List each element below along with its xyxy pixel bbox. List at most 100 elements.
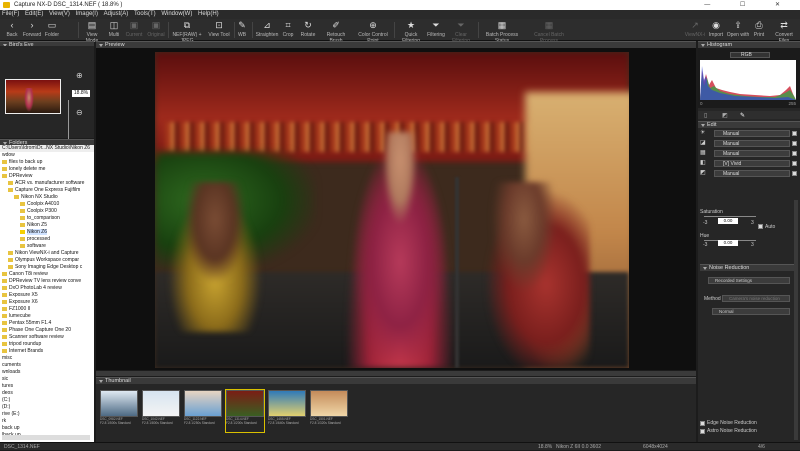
saturation-slider[interactable]	[704, 216, 756, 217]
histogram-channel-select[interactable]: RGB	[730, 52, 770, 58]
tab-metadata-icon[interactable]: ◩	[722, 112, 728, 119]
folder-item[interactable]: Capture One Express Fujifilm	[0, 187, 94, 194]
tab-adjust-icon[interactable]: ▯	[704, 112, 707, 119]
folder-item[interactable]: Coolpix P300	[0, 208, 94, 215]
edit-row-select[interactable]: Manual	[714, 150, 790, 157]
folder-item[interactable]: cuments	[0, 362, 94, 369]
noise-reduction-header[interactable]: Noise Reduction	[700, 264, 796, 271]
menu-help[interactable]: Help(H)	[198, 10, 219, 19]
import-button[interactable]: ◉ Import	[708, 20, 724, 38]
zoom-in-icon[interactable]: ⊕	[76, 71, 83, 80]
view-tool-button[interactable]: ⊡ View Tool	[206, 20, 232, 38]
straighten-button[interactable]: ⊿ Straighten	[255, 20, 279, 38]
thumbnail-item[interactable]: DSC_1122.NEF F2.8 1/250s Standard	[184, 390, 222, 432]
menu-view[interactable]: View(V)	[49, 10, 70, 19]
folder-item[interactable]: FZ1000 II	[0, 306, 94, 313]
folders-hscrollbar[interactable]	[2, 435, 90, 440]
folder-item[interactable]: lonely delete me	[0, 166, 94, 173]
edit-row-select[interactable]: Manual	[714, 130, 790, 137]
recorded-settings-select[interactable]: Recorded Settings	[708, 277, 790, 284]
astro-nr-checkbox[interactable]	[700, 429, 705, 434]
folder-item[interactable]: lumecube	[0, 313, 94, 320]
folder-item[interactable]: processed	[0, 236, 94, 243]
edit-row-select[interactable]: Manual	[714, 170, 790, 177]
tab-tools-icon[interactable]: ✎	[740, 112, 745, 119]
window-controls[interactable]: — ☐ ✕	[704, 0, 794, 10]
viewnx-button[interactable]: ↗ ViewNX-i	[684, 20, 706, 38]
folder-item[interactable]: Phase One Capture One 20	[0, 327, 94, 334]
crop-button[interactable]: ⌗ Crop	[281, 20, 295, 38]
thumbnail-item[interactable]: DSC_1042.NEF F2.8 1/800s Standard	[142, 390, 180, 432]
folder-item[interactable]: rive (E:)	[0, 411, 94, 418]
histogram-header[interactable]: Histogram	[698, 41, 800, 48]
auto-checkbox[interactable]	[758, 224, 763, 229]
folder-item[interactable]: Canon T8i review	[0, 271, 94, 278]
folder-item[interactable]: software	[0, 243, 94, 250]
folder-item[interactable]: rk	[0, 418, 94, 425]
preview-image[interactable]	[155, 52, 629, 368]
zoom-value[interactable]: 18.8%	[72, 90, 90, 97]
folder-item[interactable]: Scanner software review	[0, 334, 94, 341]
print-button[interactable]: ⎙ Print	[752, 20, 766, 38]
edit-row-select[interactable]: Manual	[714, 140, 790, 147]
folder-item[interactable]: sic	[0, 376, 94, 383]
open-with-button[interactable]: ⇪ Open with	[726, 20, 750, 38]
thumbnail-item[interactable]: DSC_0982.NEF F2.8 1/500s Standard	[100, 390, 138, 432]
folder-item[interactable]: Internet Brands	[0, 348, 94, 355]
current-button[interactable]: ▣ Current	[124, 20, 144, 38]
original-button[interactable]: ▣ Original	[146, 20, 166, 38]
folder-item[interactable]: files to back up	[0, 159, 94, 166]
folder-item[interactable]: to_comparison	[0, 215, 94, 222]
preview-header[interactable]: Preview	[96, 41, 696, 48]
folder-item[interactable]: Coolpix A4010	[0, 201, 94, 208]
menu-file[interactable]: File(F)	[2, 10, 19, 19]
zoom-out-icon[interactable]: ⊖	[76, 108, 83, 117]
edit-row-checkbox[interactable]	[792, 161, 797, 166]
edit-row-select[interactable]: [V] Vivid	[714, 160, 790, 167]
folder-item[interactable]: Olympus Workspace compar	[0, 257, 94, 264]
back-button[interactable]: ‹ Back	[4, 20, 20, 38]
edit-row-checkbox[interactable]	[792, 151, 797, 156]
folder-item[interactable]: Exposure X5	[0, 292, 94, 299]
folder-item[interactable]: DPReview	[0, 173, 94, 180]
folder-item[interactable]: wnloads	[0, 369, 94, 376]
folder-item[interactable]: ACR vs. manufacturer software	[0, 180, 94, 187]
thumbnail-item[interactable]: DSC_1314.NEF F2.8 1/200s Standard	[225, 389, 265, 433]
menu-window[interactable]: Window(W)	[161, 10, 192, 19]
folder-item[interactable]: deos	[0, 390, 94, 397]
thumbnail-item[interactable]: DSC_1455.NEF F2.8 1/640s Standard	[268, 390, 306, 432]
edit-row-checkbox[interactable]	[792, 141, 797, 146]
folder-item[interactable]: Nikon ViewNX-i and Capture	[0, 250, 94, 257]
folder-item[interactable]: Pentax 55mm F1.4	[0, 320, 94, 327]
folder-item[interactable]: Nikon NX Studio	[0, 194, 94, 201]
edit-header[interactable]: Edit	[698, 121, 800, 128]
menu-image[interactable]: Image(I)	[76, 10, 98, 19]
folder-item[interactable]: Nikon Z6	[0, 229, 94, 236]
preview-hscrollbar[interactable]	[96, 371, 696, 376]
saturation-value[interactable]: 0.00	[718, 218, 738, 224]
hue-value[interactable]: 0.00	[718, 240, 738, 246]
menu-adjust[interactable]: Adjust(A)	[104, 10, 129, 19]
edge-nr-checkbox[interactable]	[700, 421, 705, 426]
folder-item[interactable]: Sony Imaging Edge Desktop c	[0, 264, 94, 271]
folder-item[interactable]: (C:)	[0, 397, 94, 404]
folder-item[interactable]: tripod roundup	[0, 341, 94, 348]
folder-item[interactable]: misc	[0, 355, 94, 362]
thumbnail-header[interactable]: Thumbnail	[96, 377, 696, 384]
forward-button[interactable]: › Forward	[22, 20, 42, 38]
folder-item[interactable]: tures	[0, 383, 94, 390]
folder-item[interactable]: DxO PhotoLab 4 review	[0, 285, 94, 292]
folder-path[interactable]: C:\Users\Idrom\Dr...NX Studio\Nikon Z6	[0, 145, 94, 152]
rotate-button[interactable]: ↻ Rotate	[298, 20, 318, 38]
folder-item[interactable]: wdow	[0, 152, 94, 159]
birds-eye-thumbnail[interactable]	[5, 79, 61, 114]
wb-button[interactable]: ✎ WB	[236, 20, 248, 38]
filtering-button[interactable]: ⏷ Filtering	[427, 20, 445, 38]
folder-item[interactable]: Nikon Z5	[0, 222, 94, 229]
edit-row-checkbox[interactable]	[792, 131, 797, 136]
edit-row-checkbox[interactable]	[792, 171, 797, 176]
multi-button[interactable]: ◫ Multi	[106, 20, 122, 38]
menu-tools[interactable]: Tools(T)	[134, 10, 156, 19]
right-panel-scrollbar[interactable]	[794, 200, 798, 440]
folder-item[interactable]: Exposure X6	[0, 299, 94, 306]
